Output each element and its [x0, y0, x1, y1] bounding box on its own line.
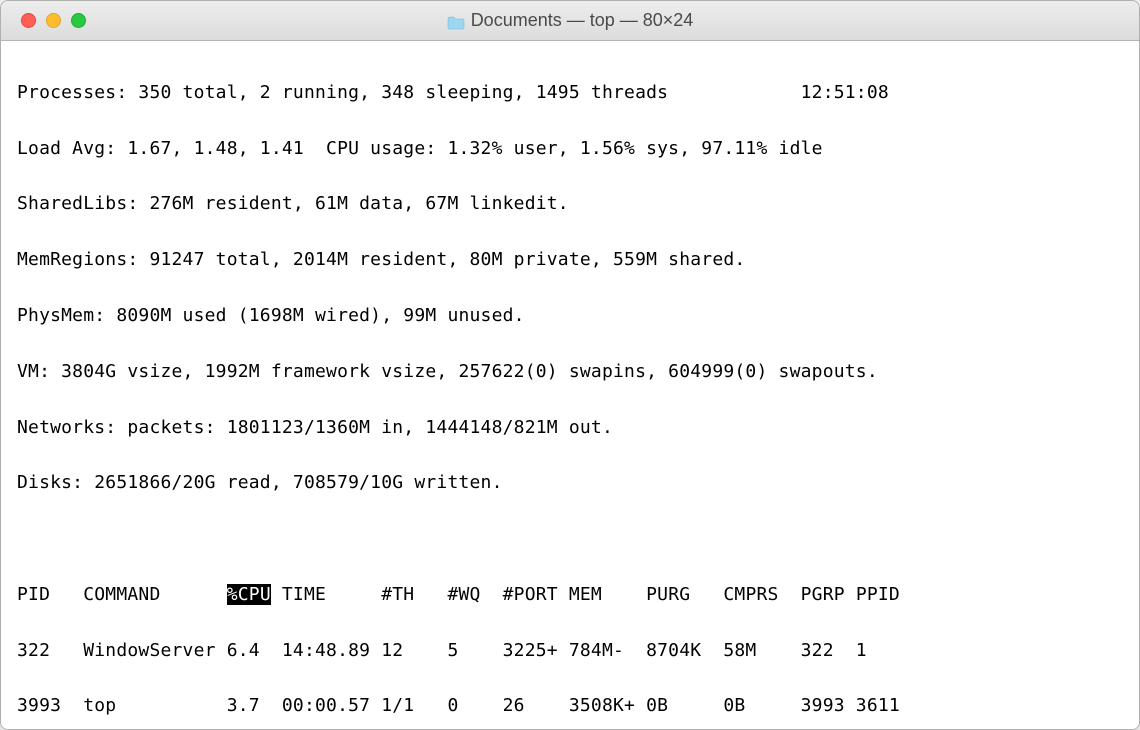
sharedlibs-line: SharedLibs: 276M resident, 61M data, 67M… — [17, 190, 1123, 218]
vm-line: VM: 3804G vsize, 1992M framework vsize, … — [17, 358, 1123, 386]
maximize-icon[interactable] — [71, 13, 86, 28]
folder-icon — [447, 14, 465, 28]
disks-line: Disks: 2651866/20G read, 708579/10G writ… — [17, 469, 1123, 497]
physmem-line: PhysMem: 8090M used (1698M wired), 99M u… — [17, 302, 1123, 330]
table-row: 322 WindowServer 6.4 14:48.89 12 5 3225+… — [17, 637, 1123, 665]
sort-column-cpu: %CPU — [227, 584, 271, 605]
titlebar[interactable]: Documents — top — 80×24 — [1, 1, 1139, 41]
window-title: Documents — top — 80×24 — [447, 10, 694, 31]
column-headers: PID COMMAND %CPU TIME #TH #WQ #PORT MEM … — [17, 581, 1123, 609]
close-icon[interactable] — [21, 13, 36, 28]
networks-line: Networks: packets: 1801123/1360M in, 144… — [17, 414, 1123, 442]
terminal-content[interactable]: Processes: 350 total, 2 running, 348 sle… — [1, 41, 1139, 729]
processes-line: Processes: 350 total, 2 running, 348 sle… — [17, 79, 1123, 107]
table-row: 3993 top 3.7 00:00.57 1/1 0 26 3508K+ 0B… — [17, 692, 1123, 720]
terminal-window: Documents — top — 80×24 Processes: 350 t… — [0, 0, 1140, 730]
minimize-icon[interactable] — [46, 13, 61, 28]
memregions-line: MemRegions: 91247 total, 2014M resident,… — [17, 246, 1123, 274]
window-title-text: Documents — top — 80×24 — [471, 10, 694, 31]
traffic-lights — [21, 13, 86, 28]
load-line: Load Avg: 1.67, 1.48, 1.41 CPU usage: 1.… — [17, 135, 1123, 163]
blank-line — [17, 525, 1123, 553]
